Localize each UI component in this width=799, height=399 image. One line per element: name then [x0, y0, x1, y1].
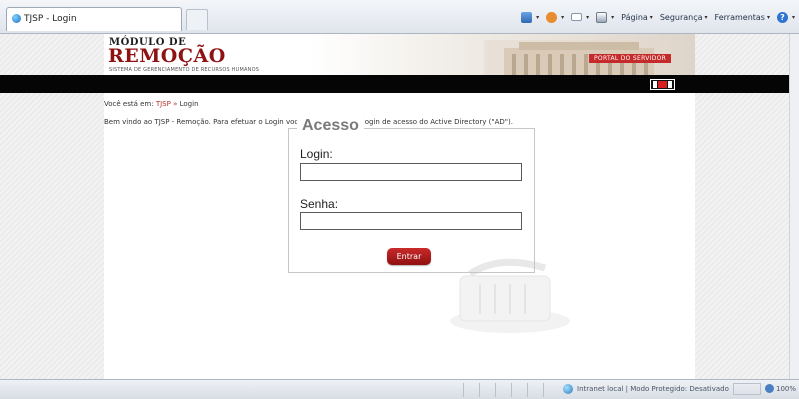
- password-input[interactable]: [300, 212, 522, 230]
- feed-icon: [546, 11, 558, 23]
- chevron-down-icon: ▾: [766, 13, 770, 21]
- logo-subtitle: SISTEMA DE GERENCIAMENTO DE RECURSOS HUM…: [109, 67, 260, 73]
- password-label: Senha:: [300, 197, 339, 211]
- login-label: Login:: [300, 147, 333, 161]
- chevron-down-icon: ▾: [586, 13, 590, 21]
- portal-do-servidor-link[interactable]: PORTAL DO SERVIDOR: [589, 54, 672, 63]
- login-input[interactable]: [300, 163, 522, 181]
- logo-title: REMOÇÃO: [108, 45, 226, 67]
- zoom-icon: [765, 384, 774, 393]
- page-menu[interactable]: Página ▾: [621, 13, 653, 22]
- mail-button[interactable]: ▾: [571, 13, 589, 21]
- entrar-button[interactable]: Entrar: [387, 248, 431, 265]
- security-menu[interactable]: Segurança ▾: [660, 13, 708, 22]
- command-bar: ▾ ▾ ▾ ▾ Página ▾ Segurança ▾ Ferramentas ▾ …: [514, 9, 795, 25]
- feeds-button[interactable]: ▾: [546, 11, 565, 23]
- login-fieldset-legend: Acesso: [297, 117, 364, 135]
- browser-tab[interactable]: TJSP - Login: [6, 7, 182, 31]
- status-segment: [463, 383, 478, 397]
- print-icon: [596, 11, 608, 23]
- chevron-down-icon: ▾: [791, 13, 795, 21]
- zoom-level: 100%: [776, 384, 797, 393]
- browser-tab-title: TJSP - Login: [24, 14, 77, 24]
- browser-toolbar: TJSP - Login ▾ ▾ ▾ ▾ Página ▾ Segurança ▾ …: [0, 0, 799, 34]
- status-segment: [479, 383, 494, 397]
- ie-favicon-icon: [12, 14, 21, 23]
- chevron-down-icon: ▾: [536, 13, 540, 21]
- zoom-control[interactable]: 100%: [765, 384, 796, 393]
- chevron-down-icon: ▾: [649, 13, 653, 21]
- home-icon: [521, 11, 533, 23]
- chevron-down-icon: ▾: [611, 13, 615, 21]
- vertical-scrollbar[interactable]: [789, 34, 799, 379]
- breadcrumb-separator: »: [173, 100, 178, 108]
- breadcrumb-current: Login: [179, 100, 199, 108]
- home-button[interactable]: ▾: [521, 11, 540, 23]
- chevron-down-icon: ▾: [704, 13, 708, 21]
- status-segment: [495, 383, 510, 397]
- tjsp-logo-icon: [650, 79, 675, 90]
- status-segment: [527, 383, 542, 397]
- tools-menu[interactable]: Ferramentas ▾: [715, 13, 770, 22]
- breadcrumb-prefix: Você está em:: [104, 100, 154, 108]
- mail-icon: [571, 13, 583, 21]
- black-nav-bar: [0, 75, 789, 93]
- browser-status-bar: Intranet local | Modo Protegido: Desativ…: [0, 379, 799, 399]
- status-segment: [733, 383, 761, 395]
- chevron-down-icon: ▾: [561, 13, 565, 21]
- security-menu-label: Segurança: [659, 12, 703, 22]
- status-segment: [511, 383, 526, 397]
- status-segment: [543, 383, 558, 397]
- help-button[interactable]: ? ▾: [776, 11, 795, 23]
- print-button[interactable]: ▾: [596, 11, 615, 23]
- tools-menu-label: Ferramentas: [714, 12, 765, 22]
- help-icon: ?: [776, 11, 788, 23]
- security-zone[interactable]: Intranet local | Modo Protegido: Desativ…: [563, 384, 729, 394]
- breadcrumb-link-tjsp[interactable]: TJSP: [156, 100, 171, 108]
- site-header: MÓDULO DE REMOÇÃO SISTEMA DE GERENCIAMEN…: [104, 34, 695, 75]
- globe-icon: [563, 384, 573, 394]
- new-tab-button[interactable]: [186, 9, 208, 30]
- breadcrumb: Você está em: TJSP » Login: [104, 100, 199, 108]
- security-zone-text: Intranet local | Modo Protegido: Desativ…: [577, 385, 729, 393]
- page-menu-label: Página: [621, 12, 648, 22]
